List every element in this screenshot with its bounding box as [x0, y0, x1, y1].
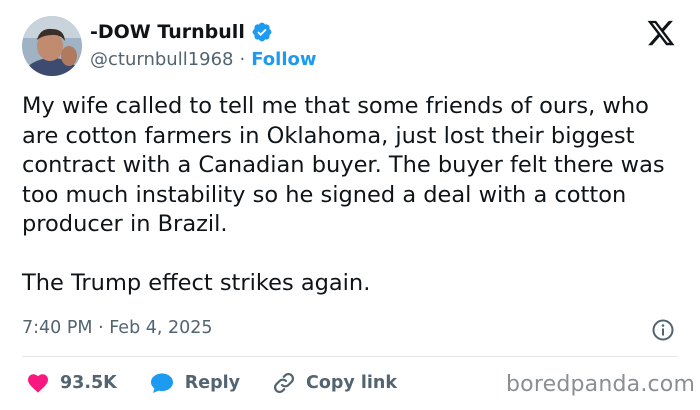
- tweet-actions: 93.5K Reply Copy link: [22, 368, 397, 398]
- like-button[interactable]: 93.5K: [26, 371, 117, 395]
- divider: [22, 356, 678, 357]
- tweet-text: My wife called to tell me that some frie…: [22, 92, 682, 298]
- author-handle-row: @cturnbull1968 · Follow: [90, 47, 317, 71]
- avatar[interactable]: [22, 16, 82, 76]
- copy-link-label: Copy link: [306, 373, 398, 393]
- heart-icon: [26, 371, 50, 395]
- reply-bubble-icon: [149, 371, 175, 395]
- author-handle[interactable]: @cturnbull1968: [90, 49, 234, 70]
- tweet-paragraph: My wife called to tell me that some frie…: [22, 93, 665, 237]
- x-logo-icon[interactable]: [646, 18, 676, 48]
- tweet-timestamp[interactable]: 7:40 PM · Feb 4, 2025: [22, 318, 213, 338]
- like-count: 93.5K: [60, 373, 117, 393]
- author-display-name[interactable]: -DOW Turnbull: [90, 21, 245, 43]
- link-icon: [272, 371, 296, 395]
- reply-label: Reply: [184, 373, 241, 393]
- copy-link-button[interactable]: Copy link: [272, 371, 397, 395]
- info-icon[interactable]: [651, 318, 675, 342]
- watermark: boredpanda.com: [506, 372, 696, 397]
- author-name-row[interactable]: -DOW Turnbull: [90, 20, 273, 44]
- tweet-paragraph: The Trump effect strikes again.: [22, 269, 371, 296]
- verified-badge-icon: [251, 21, 273, 43]
- follow-button[interactable]: Follow: [251, 49, 316, 70]
- reply-button[interactable]: Reply: [149, 371, 240, 395]
- separator-dot: ·: [239, 48, 246, 70]
